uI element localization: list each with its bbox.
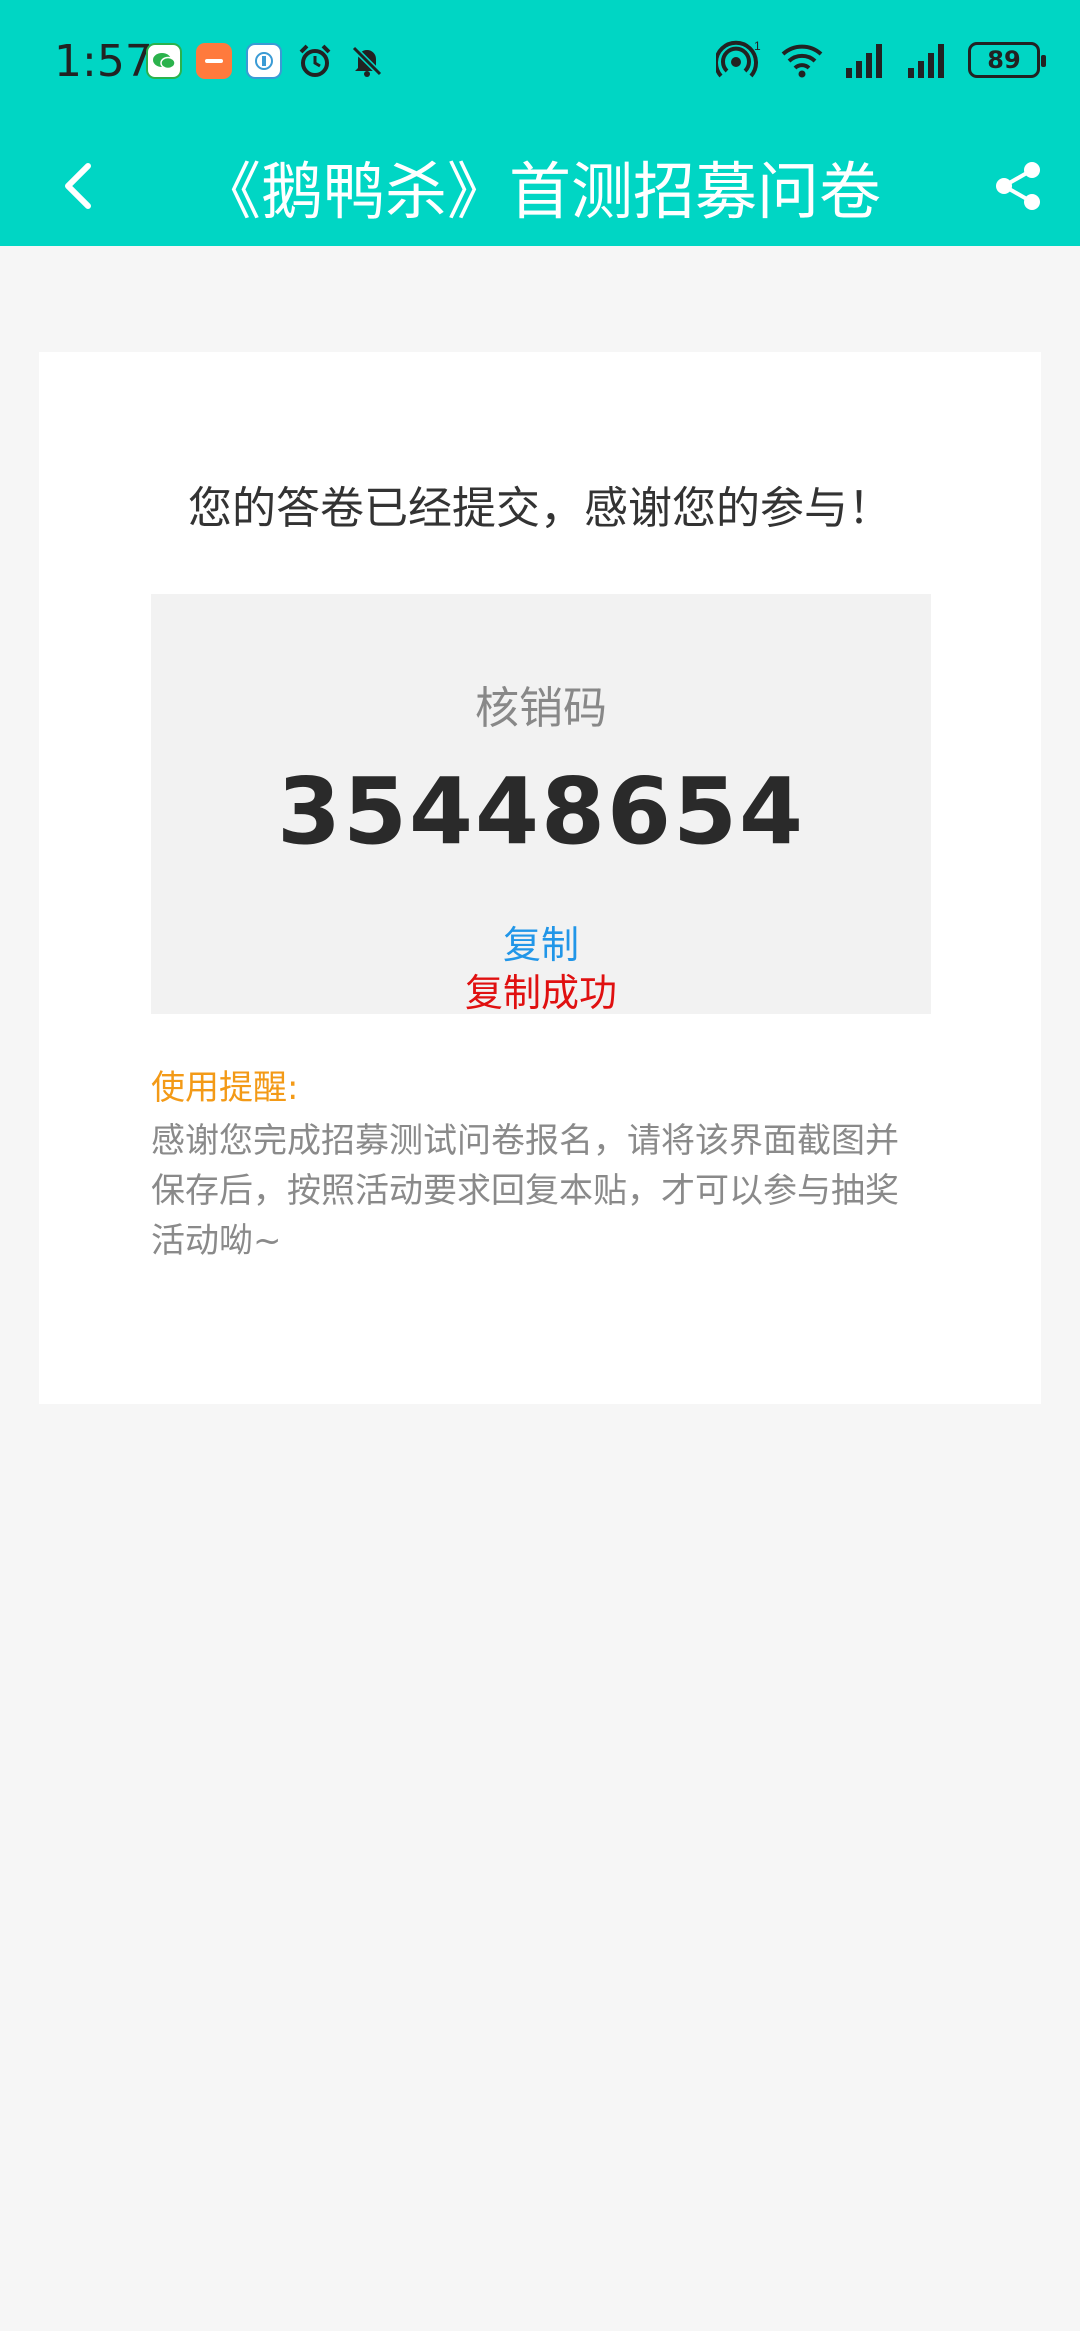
signal-icon <box>846 44 882 78</box>
svg-text:1: 1 <box>754 40 761 53</box>
app-icon <box>246 43 282 79</box>
page-title: 《鹅鸭杀》首测招募问卷 <box>198 155 881 228</box>
alarm-icon <box>299 44 331 77</box>
status-time: 1:57 <box>54 36 153 87</box>
result-card: 您的答卷已经提交，感谢您的参与！ 核销码 35448654 复制 复制成功 使用… <box>39 352 1041 1404</box>
verification-code[interactable]: 35448654 <box>151 758 931 865</box>
notification-icons <box>146 42 386 80</box>
tip-title: 使用提醒: <box>151 1068 299 1108</box>
wechat-icon <box>146 43 182 79</box>
battery-level: 89 <box>987 46 1021 74</box>
share-icon <box>996 162 1040 210</box>
orange-app-icon <box>196 43 232 79</box>
system-icons: 1 89 <box>716 40 1046 80</box>
submission-message: 您的答卷已经提交，感谢您的参与！ <box>188 483 892 534</box>
chevron-left-icon <box>65 163 91 209</box>
share-button[interactable] <box>976 144 1060 228</box>
hotspot-icon: 1 <box>716 40 761 78</box>
battery-icon: 89 <box>968 42 1046 78</box>
signal-icon-2 <box>908 44 944 78</box>
tip-body: 感谢您完成招募测试问卷报名，请将该界面截图并保存后，按照活动要求回复本贴，才可以… <box>151 1121 899 1261</box>
copy-button[interactable]: 复制 <box>151 914 931 969</box>
app-bar: 《鹅鸭杀》首测招募问卷 <box>0 126 1080 246</box>
copy-success-message: 复制成功 <box>464 971 617 1015</box>
code-label: 核销码 <box>475 683 607 734</box>
wifi-icon <box>781 44 823 78</box>
status-bar: 1:57 1 89 <box>0 0 1080 126</box>
back-button[interactable] <box>36 144 120 228</box>
mute-icon <box>351 45 383 77</box>
verification-code-box: 核销码 35448654 复制 复制成功 <box>151 594 931 1015</box>
